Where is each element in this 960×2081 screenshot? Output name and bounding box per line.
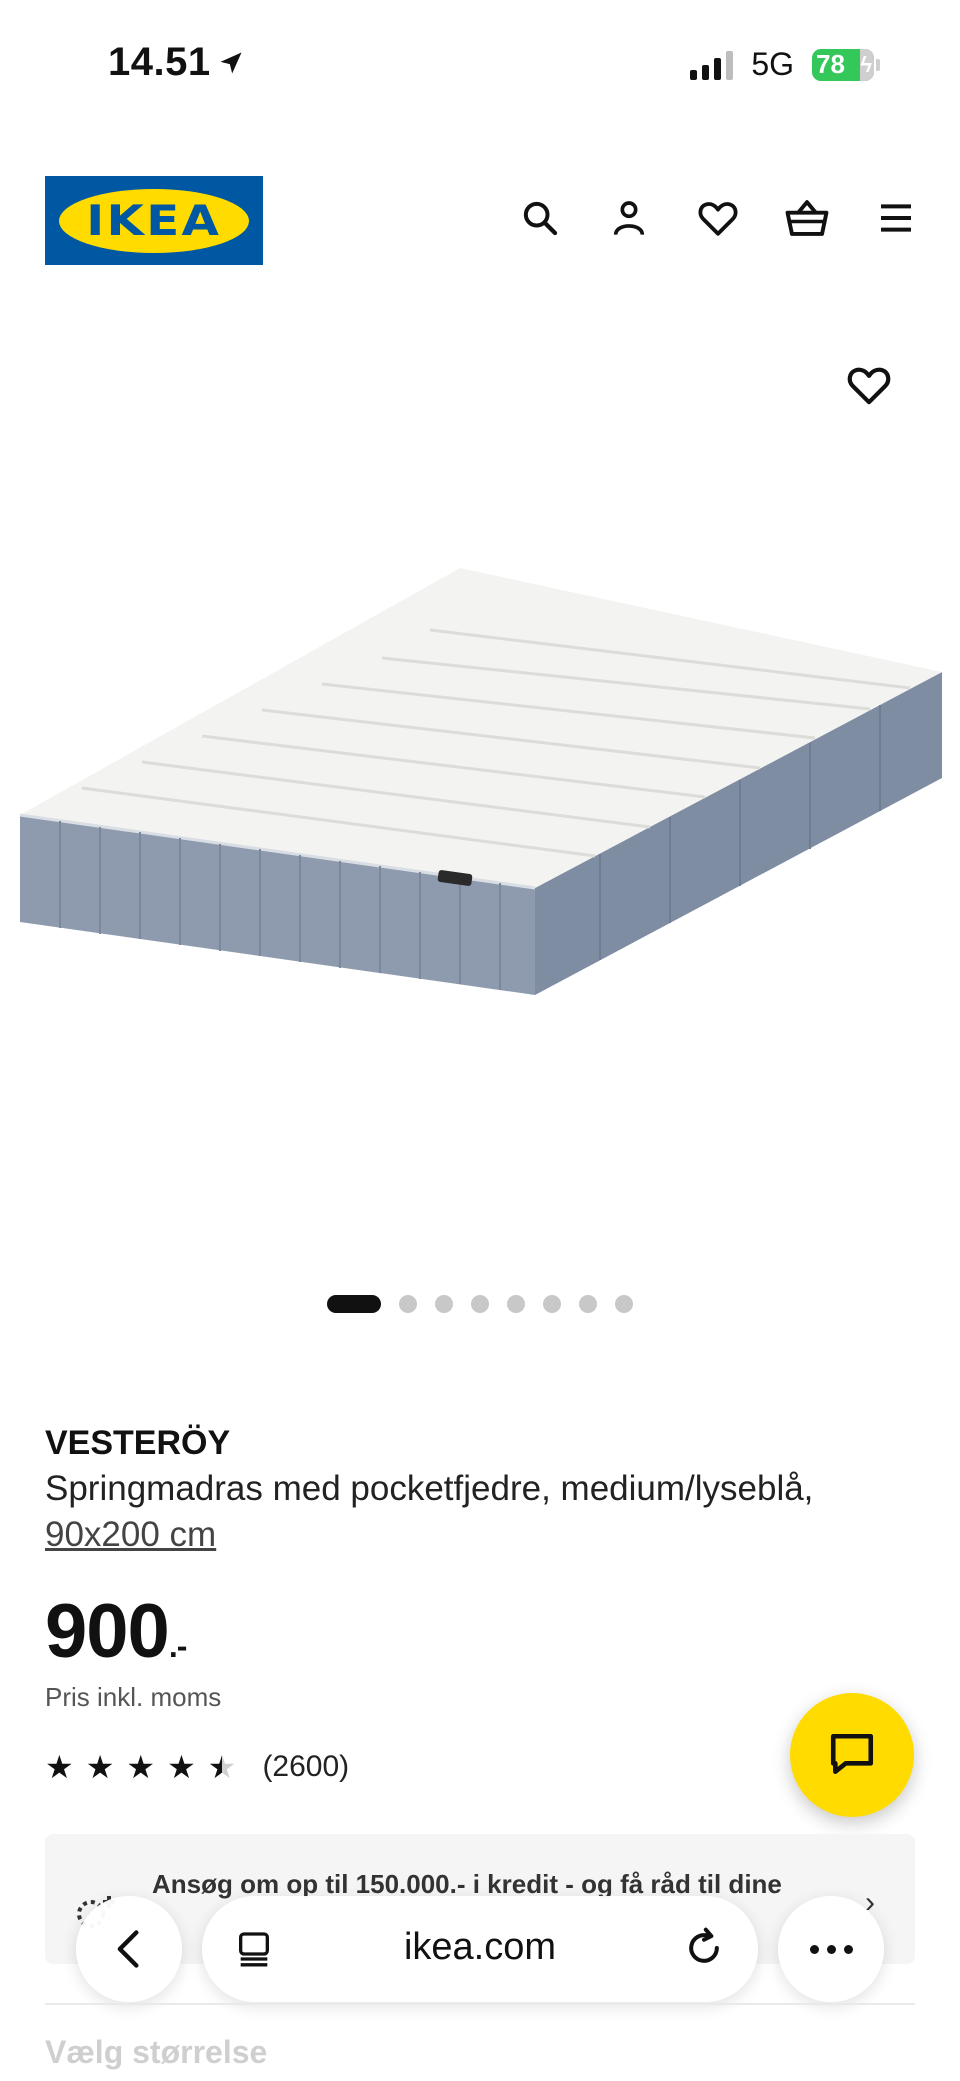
url-text: ikea.com (403, 1926, 557, 1968)
product-size-link[interactable]: 90x200 cm (45, 1515, 216, 1554)
product-image-gallery[interactable] (0, 300, 960, 1260)
carousel-dot[interactable] (579, 1295, 597, 1313)
clock: 14.51 (108, 40, 211, 84)
choose-size-heading: Vælg størrelse (45, 2034, 268, 2070)
address-bar[interactable]: ikea.com (202, 1896, 758, 2002)
status-bar: 14.51 5G 78 ϟ (0, 0, 960, 130)
more-options-button[interactable] (778, 1896, 884, 2002)
divider (45, 2003, 915, 2005)
battery-icon: 78 ϟ (812, 48, 880, 81)
add-to-favorites-icon[interactable] (846, 364, 894, 412)
review-count[interactable]: (2600) (262, 1750, 349, 1784)
status-time: 14.51 (108, 40, 245, 85)
carousel-dot[interactable] (435, 1295, 453, 1313)
status-indicators: 5G 78 ϟ (690, 46, 880, 83)
favorites-icon[interactable] (694, 194, 742, 242)
carousel-dot[interactable] (543, 1295, 561, 1313)
location-arrow-icon (220, 52, 242, 73)
product-description: Springmadras med pocketfjedre, medium/ly… (45, 1466, 925, 1558)
carousel-dot[interactable] (399, 1295, 417, 1313)
chevron-left-icon (117, 1930, 139, 1968)
product-description-text: Springmadras med pocketfjedre, medium/ly… (45, 1469, 814, 1508)
rating-stars: ★ ★ ★ ★ ★ (45, 1751, 236, 1783)
menu-icon[interactable] (872, 194, 920, 242)
carousel-dot[interactable] (327, 1295, 381, 1313)
battery-level: 78 (816, 49, 845, 79)
cellular-signal-icon (690, 50, 734, 80)
product-name: VESTERÖY (45, 1424, 231, 1462)
back-button[interactable] (76, 1896, 182, 2002)
product-rating[interactable]: ★ ★ ★ ★ ★ (2600) (45, 1750, 349, 1784)
reload-icon[interactable] (682, 1926, 726, 1970)
star-icon: ★ (167, 1749, 196, 1785)
carousel-dot[interactable] (615, 1295, 633, 1313)
mattress-image (19, 568, 942, 995)
star-icon: ★ (45, 1749, 74, 1785)
chat-icon (830, 1733, 874, 1774)
price-value: 900 (45, 1589, 170, 1674)
chat-button[interactable] (790, 1693, 914, 1817)
price-suffix: .- (168, 1628, 188, 1664)
basket-icon[interactable] (783, 194, 831, 242)
ikea-logo[interactable]: IKEA (45, 176, 263, 265)
carousel-dot[interactable] (507, 1295, 525, 1313)
account-icon[interactable] (605, 194, 653, 242)
search-icon[interactable] (516, 194, 564, 242)
network-type: 5G (751, 46, 794, 82)
price-note: Pris inkl. moms (45, 1682, 222, 1712)
site-header: IKEA (0, 176, 960, 266)
star-icon: ★ (207, 1749, 237, 1785)
browser-toolbar: ikea.com (0, 1896, 960, 2006)
star-icon: ★ (85, 1749, 115, 1785)
product-price: 900.- (45, 1588, 188, 1675)
carousel-dot[interactable] (471, 1295, 489, 1313)
image-carousel-indicator (0, 1295, 960, 1313)
header-actions (516, 194, 920, 242)
star-icon: ★ (126, 1749, 156, 1785)
